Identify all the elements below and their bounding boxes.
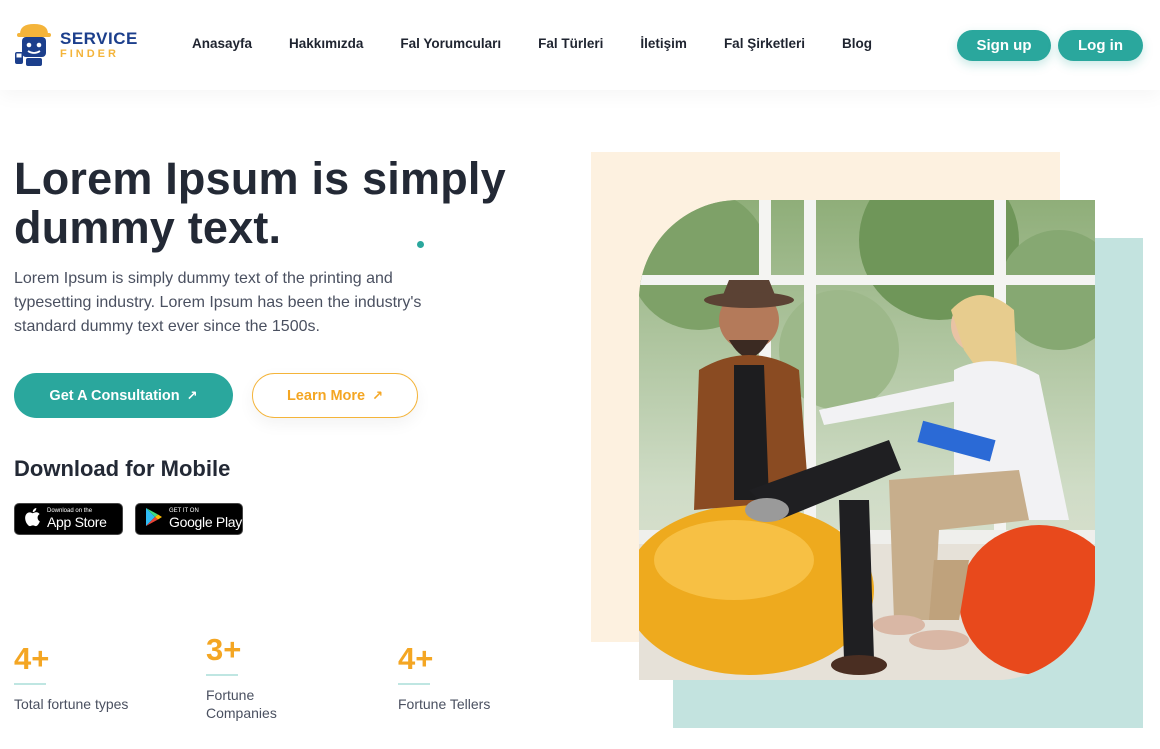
stat-divider bbox=[206, 674, 238, 676]
nav-item-fal-turleri[interactable]: Fal Türleri bbox=[538, 36, 603, 51]
nav-item-iletisim[interactable]: İletişim bbox=[640, 36, 687, 51]
google-play-large-text: Google Play bbox=[169, 514, 242, 530]
nav-item-hakkimizda[interactable]: Hakkımızda bbox=[289, 36, 363, 51]
stat-divider bbox=[14, 683, 46, 685]
learn-more-label: Learn More bbox=[286, 387, 366, 404]
main-nav: Anasayfa Hakkımızda Fal Yorumcuları Fal … bbox=[192, 36, 909, 51]
logo-text-finder: FINDER bbox=[60, 48, 119, 60]
hero-description: Lorem Ipsum is simply dummy text of the … bbox=[14, 270, 422, 335]
google-play-icon bbox=[145, 507, 163, 532]
google-play-badge[interactable]: GET IT ON Google Play bbox=[135, 503, 243, 535]
stat-fortune-tellers: 4+ Fortune Tellers bbox=[398, 641, 490, 713]
hero-photo bbox=[639, 200, 1095, 680]
arrow-up-right-icon: ↗ bbox=[186, 387, 198, 403]
logo-mascot-icon bbox=[14, 22, 54, 68]
apple-icon bbox=[24, 507, 41, 532]
stat-value: 4+ bbox=[398, 641, 434, 676]
stat-fortune-companies: 3+ Fortune Companies bbox=[206, 632, 316, 722]
stat-value: 4+ bbox=[14, 641, 50, 676]
site-header: SERVICE FINDER Anasayfa Hakkımızda Fal Y… bbox=[0, 0, 1160, 90]
app-store-large-text: App Store bbox=[47, 514, 107, 530]
nav-item-fal-sirketleri[interactable]: Fal Şirketleri bbox=[724, 36, 805, 51]
logo[interactable]: SERVICE FINDER bbox=[14, 22, 138, 68]
nav-item-fal-yorumculari[interactable]: Fal Yorumcuları bbox=[400, 36, 501, 51]
stat-label: Fortune Companies bbox=[206, 687, 277, 721]
hero-title: Lorem Ipsum is simply dummy text. bbox=[14, 153, 506, 253]
stat-label: Fortune Tellers bbox=[398, 696, 491, 712]
stat-fortune-types: 4+ Total fortune types bbox=[14, 641, 128, 713]
get-consultation-label: Get A Consultation bbox=[49, 387, 180, 404]
login-button[interactable]: Log in bbox=[1058, 30, 1143, 61]
logo-text-service: SERVICE bbox=[60, 29, 138, 48]
download-title: Download for Mobile bbox=[14, 456, 231, 481]
arrow-up-right-icon: ↗ bbox=[372, 387, 384, 403]
stat-label: Total fortune types bbox=[14, 696, 129, 712]
get-consultation-button[interactable]: Get A Consultation ↗ bbox=[14, 373, 233, 418]
stat-divider bbox=[398, 683, 430, 685]
nav-item-blog[interactable]: Blog bbox=[842, 36, 872, 51]
decorative-dot bbox=[417, 241, 424, 248]
stat-value: 3+ bbox=[206, 632, 242, 667]
app-store-badge[interactable]: Download on the App Store bbox=[14, 503, 123, 535]
learn-more-button[interactable]: Learn More ↗ bbox=[252, 373, 418, 418]
signup-button[interactable]: Sign up bbox=[957, 30, 1051, 61]
nav-item-anasayfa[interactable]: Anasayfa bbox=[192, 36, 252, 51]
